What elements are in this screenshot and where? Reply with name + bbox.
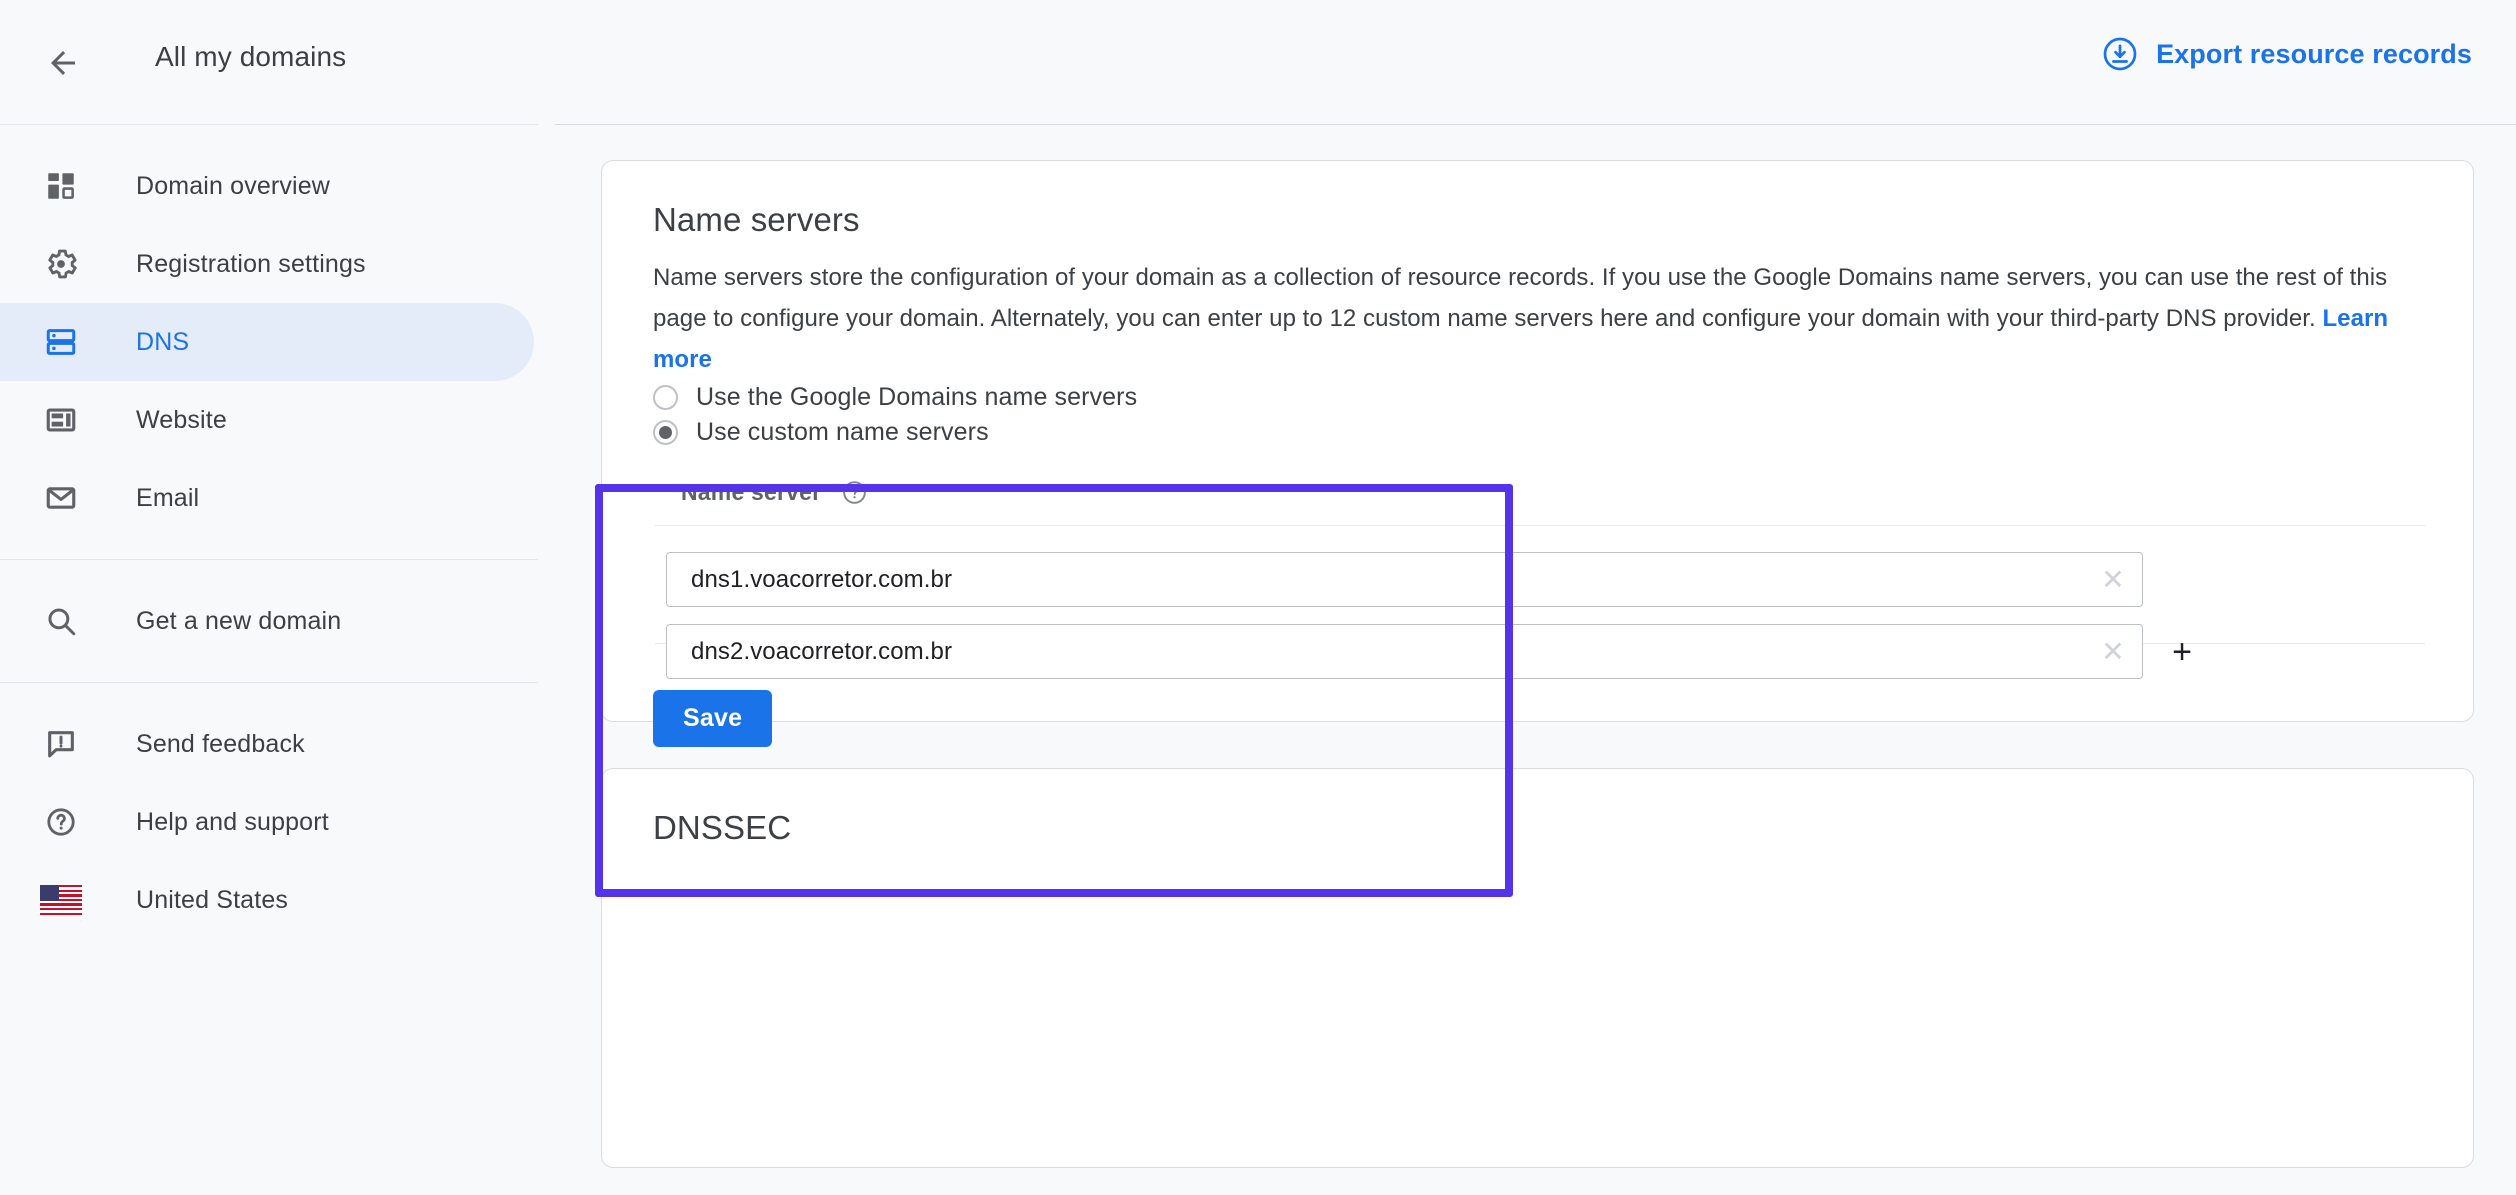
page-title: All my domains (155, 41, 347, 72)
download-circle-icon (2102, 36, 2138, 72)
radio-label: Use custom name servers (696, 418, 989, 446)
sidebar-item-dns[interactable]: DNS (0, 303, 534, 381)
sidebar-divider-1 (0, 559, 538, 560)
sidebar-group-support: Send feedback Help and support United St… (0, 705, 538, 939)
name-server-table-header: Name server (681, 479, 868, 506)
app-root: All my domains Export resource records D… (0, 0, 2516, 1195)
radio-use-custom-name-servers[interactable]: Use custom name servers (653, 418, 989, 447)
close-icon[interactable]: ✕ (2098, 565, 2128, 595)
sidebar-item-get-a-new-domain[interactable]: Get a new domain (0, 582, 538, 660)
dashboard-icon (40, 165, 82, 207)
name-servers-heading: Name servers (653, 201, 860, 238)
radio-circle-selected-icon (653, 420, 678, 445)
save-button[interactable]: Save (653, 690, 773, 747)
name-server-input-2[interactable] (667, 625, 2047, 678)
radio-use-google-name-servers[interactable]: Use the Google Domains name servers (653, 383, 1137, 412)
dnssec-heading: DNSSEC (653, 809, 792, 846)
sidebar-item-label: Domain overview (136, 171, 330, 200)
name-server-header-divider (655, 525, 2425, 526)
website-layout-icon (40, 399, 82, 441)
sidebar-item-label: Website (136, 405, 227, 434)
sidebar-item-help-and-support[interactable]: Help and support (0, 783, 538, 861)
sidebar-divider-2 (0, 682, 538, 683)
sidebar-item-united-states[interactable]: United States (0, 861, 538, 939)
top-bar: All my domains Export resource records (0, 0, 2516, 125)
dns-server-icon (40, 321, 82, 363)
feedback-icon (40, 723, 82, 765)
radio-label: Use the Google Domains name servers (696, 383, 1138, 411)
export-resource-records-label: Export resource records (2156, 38, 2472, 69)
sidebar: Domain overview Registration settings DN… (0, 125, 538, 1195)
sidebar-item-label: Get a new domain (136, 606, 342, 635)
main-content: Name servers Name servers store the conf… (538, 125, 2516, 1195)
name-server-column-label: Name server (681, 479, 822, 505)
export-resource-records-button[interactable]: Export resource records (2102, 36, 2472, 72)
sidebar-group-secondary: Get a new domain (0, 582, 538, 660)
sidebar-group-primary: Domain overview Registration settings DN… (0, 125, 538, 537)
dnssec-card: DNSSEC (601, 768, 2474, 1168)
radio-circle-icon (653, 385, 678, 410)
sidebar-item-email[interactable]: Email (0, 459, 538, 537)
envelope-icon (40, 477, 82, 519)
plus-icon[interactable]: + (2165, 635, 2199, 669)
us-flag-icon (40, 879, 82, 921)
name-server-input-1[interactable] (667, 553, 2047, 606)
name-servers-description: Name servers store the configuration of … (653, 257, 2423, 380)
sidebar-item-label: Registration settings (136, 249, 366, 278)
name-server-row: ✕ (666, 552, 2143, 607)
search-icon (40, 600, 82, 642)
name-server-input-wrapper: ✕ (666, 552, 2143, 607)
name-server-row: ✕ + (666, 624, 2199, 679)
help-circle-icon[interactable] (841, 479, 868, 506)
sidebar-item-send-feedback[interactable]: Send feedback (0, 705, 538, 783)
sidebar-item-label: DNS (136, 327, 190, 356)
sidebar-item-label: United States (136, 885, 289, 914)
help-circle-icon (40, 801, 82, 843)
back-arrow-icon[interactable] (44, 44, 82, 82)
name-servers-card: Name servers Name servers store the conf… (601, 160, 2474, 747)
name-server-input-wrapper: ✕ (666, 624, 2143, 679)
sidebar-item-label: Help and support (136, 807, 329, 836)
sidebar-item-registration-settings[interactable]: Registration settings (0, 225, 538, 303)
sidebar-item-label: Send feedback (136, 729, 305, 758)
close-icon[interactable]: ✕ (2098, 637, 2128, 667)
gear-icon (40, 243, 82, 285)
sidebar-item-domain-overview[interactable]: Domain overview (0, 147, 538, 225)
sidebar-item-website[interactable]: Website (0, 381, 538, 459)
name-servers-description-text: Name servers store the configuration of … (653, 264, 2388, 332)
sidebar-item-label: Email (136, 483, 200, 512)
